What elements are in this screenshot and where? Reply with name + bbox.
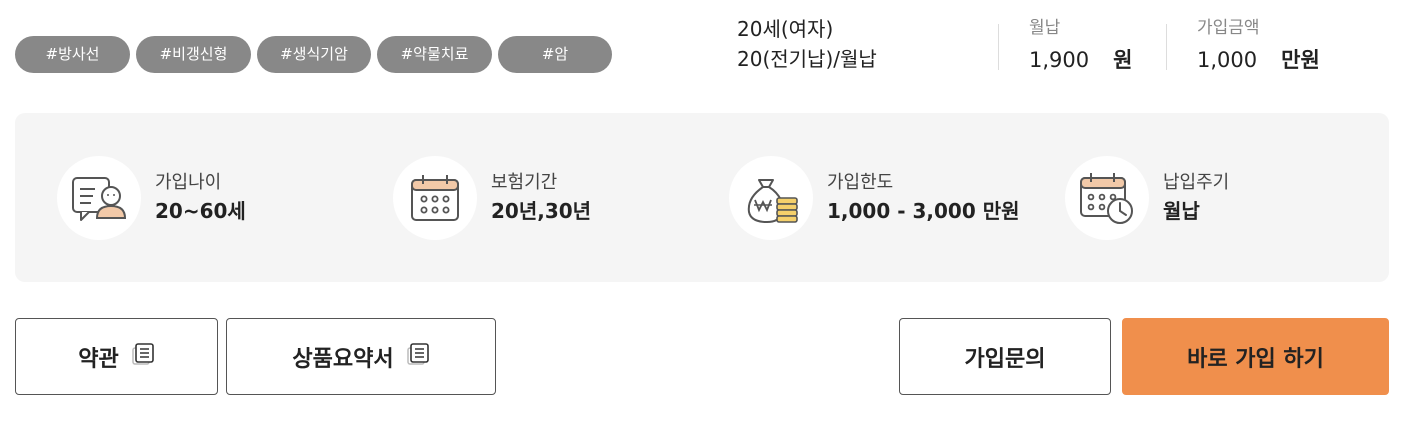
calendar-clock-icon: [1065, 156, 1149, 240]
tag-cancer[interactable]: #암: [498, 36, 612, 73]
inquiry-button-label: 가입문의: [964, 346, 1046, 372]
premium-unit: 원: [1113, 48, 1133, 72]
person-chat-icon: [57, 156, 141, 240]
condition-summary: 20세(여자) 20(전기납)/월납: [737, 14, 877, 74]
info-limit: 가입한도 1,000 - 3,000 만원: [729, 156, 1020, 240]
info-value: 20년,30년: [491, 199, 592, 223]
info-label: 보험기간: [491, 172, 558, 193]
info-label: 납입주기: [1163, 172, 1230, 193]
info-label: 가입나이: [155, 172, 222, 193]
product-summary-button[interactable]: 상품요약서: [226, 318, 496, 395]
info-age: 가입나이 20~60세: [57, 156, 246, 240]
info-value: 1,000 - 3,000 만원: [827, 199, 1020, 223]
term-text: 20(전기납)/월납: [737, 47, 877, 71]
info-value: 월납: [1163, 199, 1200, 223]
tag-list: #방사선 #비갱신형 #생식기암 #약물치료 #암: [15, 36, 612, 73]
info-label: 가입한도: [827, 172, 894, 193]
premium-value: 1,900: [1029, 48, 1090, 72]
tag-non-renewal[interactable]: #비갱신형: [136, 36, 251, 73]
tag-radiation[interactable]: #방사선: [15, 36, 130, 73]
product-summary-button-label: 상품요약서: [292, 346, 394, 372]
coverage-block: 가입금액 1,000 만원: [1197, 14, 1320, 74]
divider: [1166, 24, 1167, 70]
premium-block: 월납 1,900 원: [1029, 14, 1132, 74]
document-icon: [406, 342, 430, 372]
divider: [998, 24, 999, 70]
info-cycle: 납입주기 월납: [1065, 156, 1229, 240]
join-now-button[interactable]: 바로 가입 하기: [1122, 318, 1389, 395]
product-summary: #방사선 #비갱신형 #생식기암 #약물치료 #암 20세(여자) 20(전기납…: [0, 0, 1410, 422]
tag-drug-treatment[interactable]: #약물치료: [377, 36, 492, 73]
info-value: 20~60세: [155, 199, 246, 223]
document-icon: [131, 342, 155, 372]
coverage-value: 1,000: [1197, 48, 1258, 72]
age-gender-text: 20세(여자): [737, 17, 834, 41]
join-now-button-label: 바로 가입 하기: [1187, 346, 1324, 372]
terms-button[interactable]: 약관: [15, 318, 218, 395]
terms-button-label: 약관: [78, 346, 119, 372]
calendar-icon: [393, 156, 477, 240]
info-panel: 가입나이 20~60세 보험기간 20년,30년 가입한도 1,000 - 3,…: [15, 113, 1389, 282]
coverage-unit: 만원: [1281, 48, 1320, 72]
inquiry-button[interactable]: 가입문의: [899, 318, 1111, 395]
info-period: 보험기간 20년,30년: [393, 156, 591, 240]
tag-reproductive-cancer[interactable]: #생식기암: [257, 36, 371, 73]
premium-label: 월납: [1029, 18, 1061, 38]
coverage-label: 가입금액: [1197, 18, 1260, 38]
money-bag-icon: [729, 156, 813, 240]
